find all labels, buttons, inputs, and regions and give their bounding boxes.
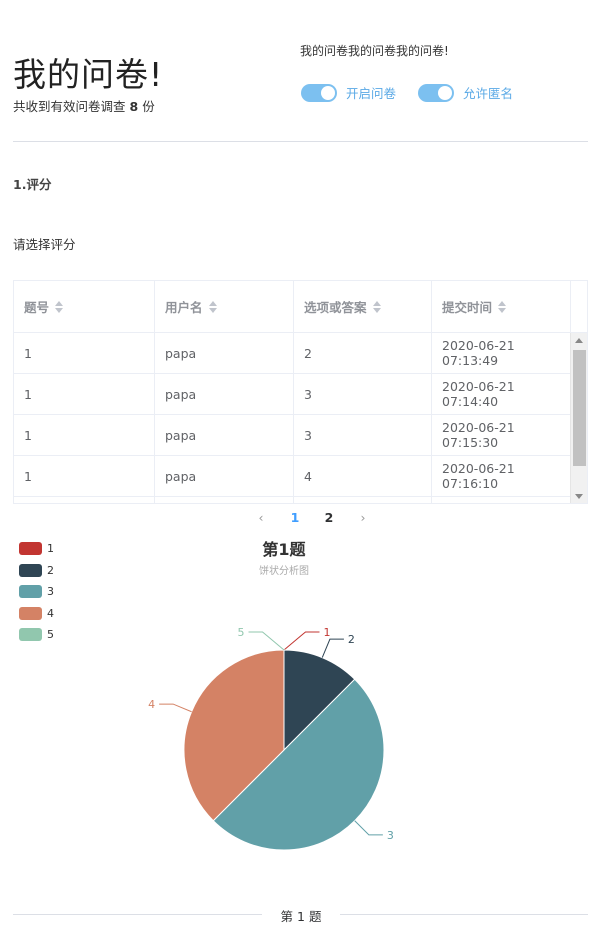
pie-label-1: 1 — [323, 626, 330, 639]
footer-divider-left — [13, 914, 262, 915]
footer-divider-right — [340, 914, 588, 915]
pie-label-2: 2 — [348, 633, 355, 646]
pie-label-3: 3 — [387, 829, 394, 842]
pie-label-5: 5 — [238, 626, 245, 639]
pie-leader-line — [321, 638, 344, 658]
footer-question-label: 第 1 题 — [266, 906, 336, 925]
pie-leader-line — [283, 631, 320, 651]
pie-leader-line — [248, 631, 285, 651]
pie-label-4: 4 — [148, 698, 155, 711]
pie-leader-line — [354, 820, 383, 836]
pie-leader-line — [159, 703, 192, 713]
pie-chart: 1 2 3 4 5 — [148, 626, 394, 851]
